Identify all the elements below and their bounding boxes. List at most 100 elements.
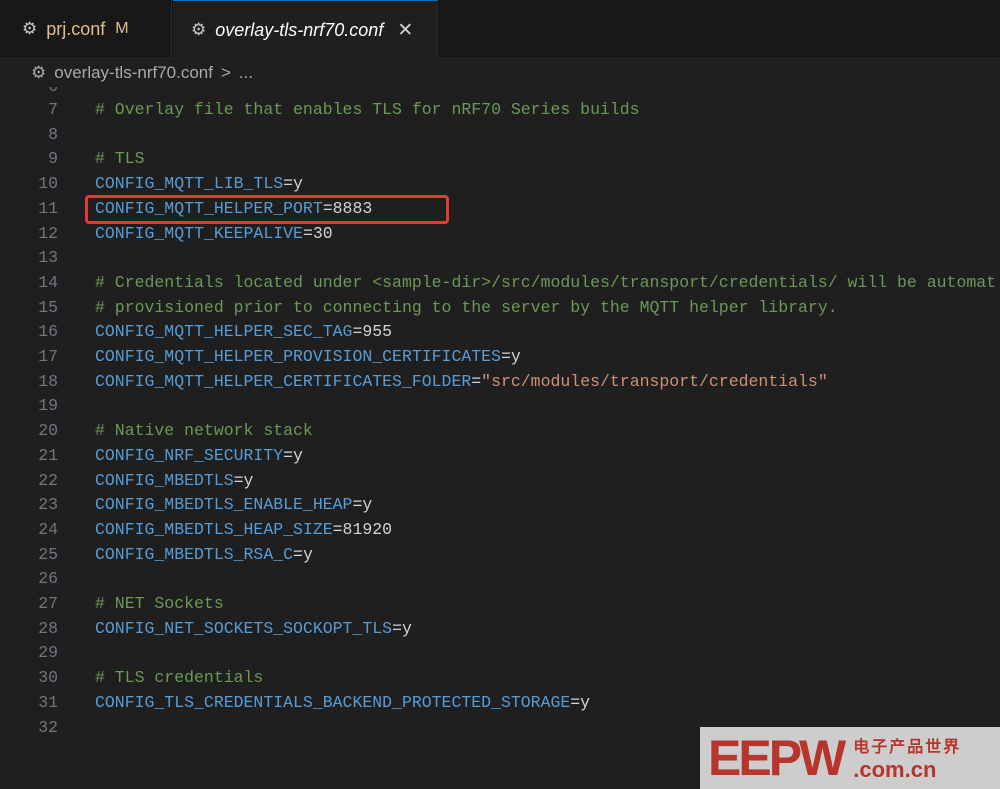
- line-number: 29: [38, 643, 58, 663]
- value-token: =y: [293, 544, 313, 564]
- value-token: =y: [283, 445, 303, 465]
- code-text: CONFIG_MQTT_HELPER_CERTIFICATES_FOLDER="…: [95, 370, 828, 395]
- string-token: "src/modules/transport/credentials": [481, 371, 828, 391]
- code-line[interactable]: 27 # NET Sockets: [0, 592, 1000, 617]
- watermark-cn: 电子产品世界: [853, 739, 962, 756]
- line-number: 8: [48, 124, 58, 144]
- code-line[interactable]: 29: [0, 641, 1000, 666]
- code-text: CONFIG_MBEDTLS=y: [95, 469, 253, 494]
- comment-token: # TLS: [95, 149, 145, 169]
- code-line[interactable]: 24 CONFIG_MBEDTLS_HEAP_SIZE=81920: [0, 518, 1000, 543]
- line-number: 19: [38, 396, 58, 416]
- code-line[interactable]: 14 # Credentials located under <sample-di…: [0, 271, 1000, 296]
- line-number: 12: [38, 223, 58, 243]
- code-text: # Overlay file that enables TLS for nRF7…: [95, 98, 640, 123]
- close-icon[interactable]: ✕: [397, 19, 413, 42]
- code-text: CONFIG_MBEDTLS_HEAP_SIZE=81920: [95, 518, 392, 543]
- code-text: CONFIG_MBEDTLS_RSA_C=y: [95, 543, 313, 568]
- code-text: CONFIG_MQTT_HELPER_PROVISION_CERTIFICATE…: [95, 345, 521, 370]
- comment-token: # NET Sockets: [95, 594, 224, 613]
- code-text: # Native network stack: [95, 419, 313, 444]
- code-line[interactable]: 18 CONFIG_MQTT_HELPER_CERTIFICATES_FOLDER…: [0, 370, 1000, 395]
- breadcrumb-more[interactable]: ...: [239, 63, 253, 83]
- value-token: =955: [352, 322, 393, 342]
- line-number: 22: [38, 470, 58, 490]
- code-text: CONFIG_MQTT_HELPER_SEC_TAG=955: [95, 320, 392, 345]
- code-line[interactable]: 31 CONFIG_TLS_CREDENTIALS_BACKEND_PROTECT…: [0, 691, 1000, 716]
- value-token: =y: [352, 495, 373, 515]
- comment-token: # TLS credentials: [95, 668, 264, 688]
- code-line[interactable]: 10 CONFIG_MQTT_LIB_TLS=y: [0, 172, 1000, 197]
- tab-prj-conf[interactable]: ⚙ prj.conf M: [0, 0, 172, 58]
- code-editor[interactable]: 6 7# Overlay file that enables TLS for n…: [0, 87, 1000, 789]
- code-line[interactable]: 22 CONFIG_MBEDTLS=y: [0, 469, 1000, 494]
- line-number: 30: [38, 668, 58, 688]
- value-token: =y: [283, 174, 303, 194]
- comment-token: # Native network stack: [95, 421, 313, 441]
- code-line[interactable]: 13: [0, 246, 1000, 271]
- value-token: =y: [570, 692, 591, 712]
- config-key-token: CONFIG_MQTT_KEEPALIVE: [95, 223, 303, 243]
- gear-icon: ⚙: [31, 63, 47, 82]
- chevron-right-icon: >: [220, 63, 231, 82]
- line-number: 20: [38, 421, 58, 441]
- line-number: 26: [38, 569, 58, 589]
- code-text: CONFIG_NET_SOCKETS_SOCKOPT_TLS=y: [95, 617, 412, 642]
- value-token: =y: [500, 347, 521, 366]
- comment-token: # Overlay file that enables TLS for nRF7…: [95, 100, 640, 119]
- code-line[interactable]: 30 # TLS credentials: [0, 666, 1000, 691]
- line-number: 10: [38, 174, 58, 194]
- breadcrumb-file[interactable]: overlay-tls-nrf70.conf: [54, 63, 213, 83]
- config-key-token: CONFIG_MQTT_HELPER_PROVISION_CERTIFICATE…: [95, 347, 501, 366]
- tab-overlay-tls-nrf70[interactable]: ⚙ overlay-tls-nrf70.conf ✕: [173, 0, 438, 59]
- value-token: =81920: [332, 519, 393, 539]
- line-number: 18: [38, 371, 58, 391]
- code-line[interactable]: 20 # Native network stack: [0, 419, 1000, 444]
- line-number: 27: [38, 594, 58, 613]
- code-text: # provisioned prior to connecting to the…: [95, 296, 838, 321]
- code-line[interactable]: 8: [0, 123, 1000, 148]
- code-text: # TLS credentials: [95, 666, 263, 691]
- code-text: # NET Sockets: [95, 592, 224, 617]
- code-line[interactable]: 23 CONFIG_MBEDTLS_ENABLE_HEAP=y: [0, 493, 1000, 518]
- line-number: 16: [38, 322, 58, 342]
- code-line[interactable]: 7 # Overlay file that enables TLS for nRF…: [0, 98, 1000, 123]
- config-key-token: CONFIG_MBEDTLS_ENABLE_HEAP: [95, 495, 353, 515]
- breadcrumb: ⚙ overlay-tls-nrf70.conf > ...: [0, 59, 1000, 87]
- comment-token: # Credentials located under <sample-dir>…: [95, 272, 997, 292]
- value-token: =y: [392, 618, 412, 638]
- config-key-token: CONFIG_MBEDTLS_RSA_C: [95, 544, 294, 564]
- config-key-token: CONFIG_NET_SOCKETS_SOCKOPT_TLS: [95, 618, 393, 638]
- code-line[interactable]: 26: [0, 567, 1000, 592]
- line-number: 13: [38, 248, 58, 268]
- code-line[interactable]: 19: [0, 394, 1000, 419]
- code-text: # Credentials located under <sample-dir>…: [95, 271, 996, 296]
- config-key-token: CONFIG_NRF_SECURITY: [95, 445, 284, 465]
- line-number: 23: [38, 495, 58, 515]
- line-number: 15: [38, 297, 58, 317]
- comment-token: # provisioned prior to connecting to the…: [95, 297, 838, 317]
- code-line[interactable]: 16 CONFIG_MQTT_HELPER_SEC_TAG=955: [0, 320, 1000, 345]
- code-line[interactable]: 17 CONFIG_MQTT_HELPER_PROVISION_CERTIFICA…: [0, 345, 1000, 370]
- code-line[interactable]: 28 CONFIG_NET_SOCKETS_SOCKOPT_TLS=y: [0, 617, 1000, 642]
- code-text: CONFIG_MQTT_LIB_TLS=y: [95, 172, 303, 197]
- code-line[interactable]: 15 # provisioned prior to connecting to t…: [0, 296, 1000, 321]
- code-line[interactable]: 12 CONFIG_MQTT_KEEPALIVE=30: [0, 222, 1000, 247]
- code-text: CONFIG_MQTT_KEEPALIVE=30: [95, 222, 333, 247]
- code-line[interactable]: 9 # TLS: [0, 147, 1000, 172]
- watermark-brand: EEPW: [708, 730, 846, 786]
- tab-label: prj.conf: [46, 18, 106, 39]
- line-number: 28: [38, 618, 58, 638]
- code-line[interactable]: 25 CONFIG_MBEDTLS_RSA_C=y: [0, 543, 1000, 568]
- line-number: 11: [38, 198, 58, 218]
- line-number: 32: [38, 717, 58, 737]
- value-token: =y: [233, 470, 254, 490]
- code-text: # TLS: [95, 147, 145, 172]
- gear-icon: ⚙: [22, 19, 38, 38]
- code-line[interactable]: 21 CONFIG_NRF_SECURITY=y: [0, 444, 1000, 469]
- code-text: CONFIG_TLS_CREDENTIALS_BACKEND_PROTECTED…: [95, 691, 590, 716]
- config-key-token: CONFIG_MQTT_HELPER_SEC_TAG: [95, 322, 353, 342]
- modified-badge: M: [115, 20, 129, 37]
- gear-icon: ⚙: [191, 20, 207, 39]
- watermark-url: .com.cn: [853, 757, 937, 782]
